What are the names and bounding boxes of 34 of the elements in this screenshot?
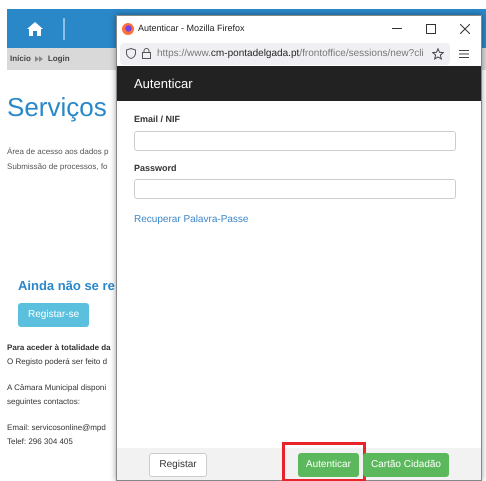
intro-text: Área de acesso aos dados p xyxy=(7,147,108,156)
intro-text: Submissão de processos, fo xyxy=(7,162,108,171)
input-field[interactable] xyxy=(134,130,456,150)
footer-button[interactable]: Registar xyxy=(149,452,207,477)
close-icon[interactable] xyxy=(460,24,470,34)
recover-password-link[interactable]: Recuperar Palavra-Passe xyxy=(134,212,464,227)
address-bar[interactable]: https://www.cm-pontadelgada.pt/frontoffice/sessions/new?cli xyxy=(120,42,450,64)
field-label: Email / NIF xyxy=(134,113,182,126)
body-text: Para aceder à totalidade da xyxy=(7,342,112,354)
body-text: Email: servicosonline@mpd xyxy=(7,422,107,434)
body-text: A Câmara Municipal disponi xyxy=(7,382,108,394)
footer-button[interactable]: Cartão Cidadão xyxy=(362,452,449,477)
url-text: https://www.cm-pontadelgada.pt/frontoffice/sessions/new?cli xyxy=(157,47,424,61)
chevron-icon xyxy=(34,56,44,62)
breadcrumb-current: Login xyxy=(48,53,70,65)
body-text: O Registo poderá ser feito d xyxy=(7,356,108,368)
footer-button[interactable]: Autenticar xyxy=(298,452,359,477)
body-text: Telef: 296 304 405 xyxy=(7,436,74,448)
maximize-icon[interactable] xyxy=(426,24,436,34)
star-icon[interactable] xyxy=(432,48,444,60)
breadcrumb-link[interactable]: Início xyxy=(10,53,31,65)
shield-icon[interactable] xyxy=(126,48,136,59)
modal-title: Autenticar xyxy=(134,74,193,93)
menu-icon[interactable] xyxy=(459,50,469,58)
input-field[interactable] xyxy=(134,179,456,199)
section-heading: Ainda não se re xyxy=(18,277,115,295)
lock-icon[interactable] xyxy=(142,48,151,59)
home-icon[interactable] xyxy=(27,22,43,36)
register-button[interactable]: Registar-se xyxy=(18,302,90,326)
browser-logo-icon xyxy=(122,22,134,34)
window-title: Autenticar - Mozilla Firefox xyxy=(138,22,246,35)
body-text: seguintes contactos: xyxy=(7,396,81,408)
field-label: Password xyxy=(134,162,178,174)
page-title: Serviços xyxy=(7,92,107,122)
